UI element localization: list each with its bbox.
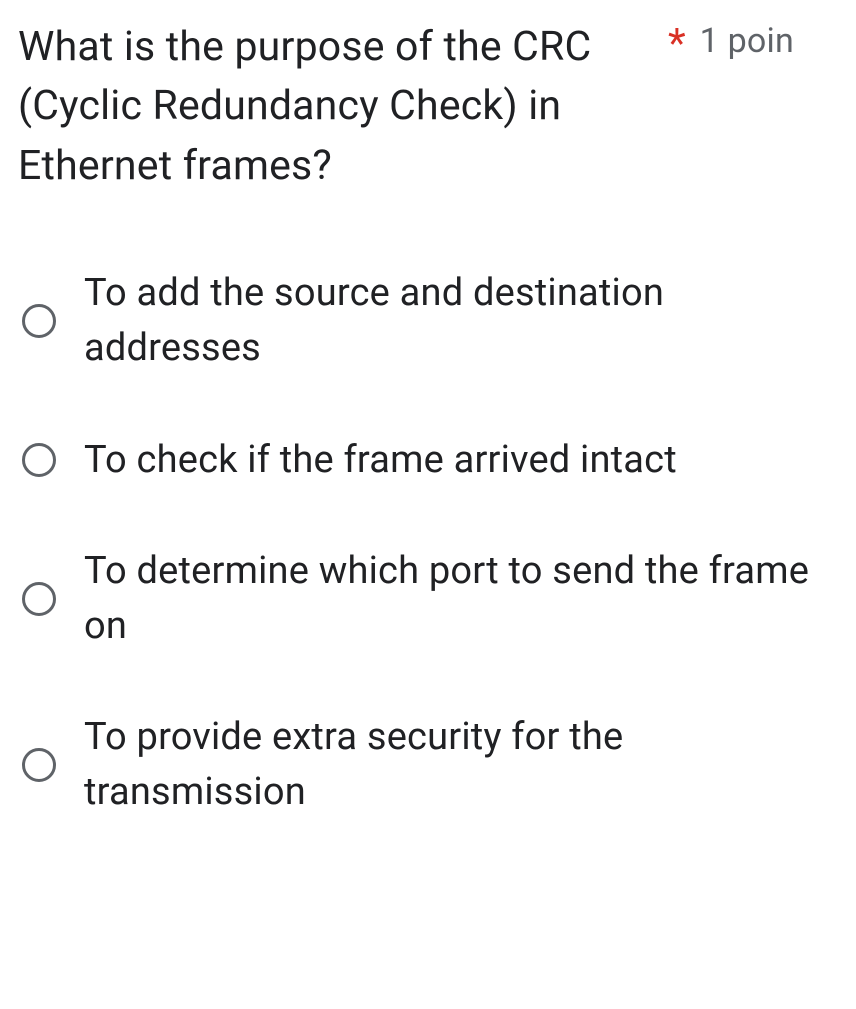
radio-icon[interactable] — [22, 443, 56, 477]
radio-icon[interactable] — [22, 304, 56, 338]
question-text: What is the purpose of the CRC (Cyclic R… — [18, 18, 658, 196]
option-row-1[interactable]: To check if the frame arrived intact — [22, 433, 846, 488]
option-row-2[interactable]: To determine which port to send the fram… — [22, 544, 846, 654]
radio-icon[interactable] — [22, 582, 56, 616]
option-label: To add the source and destination addres… — [84, 266, 846, 376]
options-container: To add the source and destination addres… — [18, 266, 846, 820]
points-label: 1 poin — [700, 18, 794, 66]
option-label: To determine which port to send the fram… — [84, 544, 846, 654]
option-label: To provide extra security for the transm… — [84, 710, 846, 820]
required-asterisk: * — [668, 18, 686, 71]
option-label: To check if the frame arrived intact — [84, 433, 677, 488]
radio-icon[interactable] — [22, 748, 56, 782]
option-row-3[interactable]: To provide extra security for the transm… — [22, 710, 846, 820]
option-row-0[interactable]: To add the source and destination addres… — [22, 266, 846, 376]
question-header: What is the purpose of the CRC (Cyclic R… — [18, 18, 846, 196]
